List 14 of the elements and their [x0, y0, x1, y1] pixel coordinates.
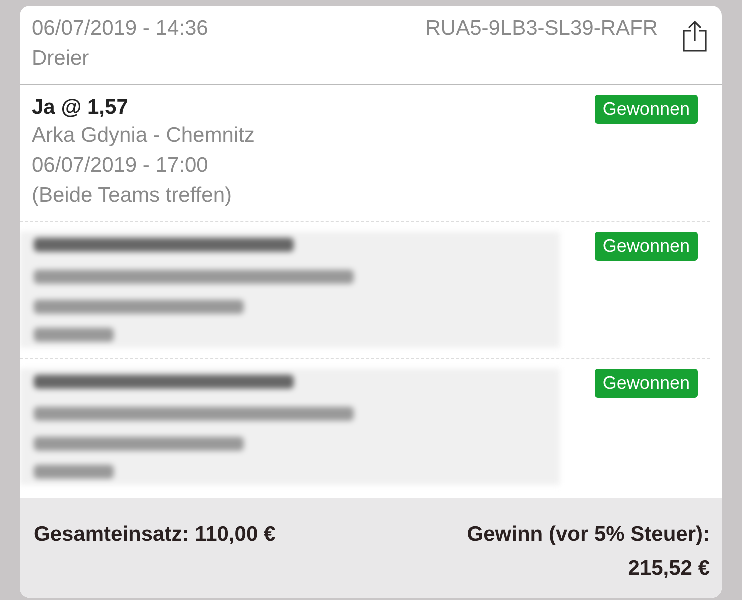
match-name: Arka Gdynia - Chemnitz — [32, 123, 255, 149]
market-name: (Beide Teams treffen) — [32, 183, 233, 209]
total-stake: Gesamteinsatz: 110,00 € — [34, 522, 276, 548]
share-icon[interactable] — [682, 20, 708, 52]
status-badge: Gewonnen — [594, 232, 698, 261]
status-badge: Gewonnen — [594, 95, 698, 124]
bet-code: RUA5-9LB3-SL39-RAFR — [426, 16, 658, 42]
match-time: 06/07/2019 - 17:00 — [32, 153, 210, 179]
bet-type: Dreier — [32, 46, 90, 72]
win-amount: 215,52 € — [628, 556, 710, 582]
status-badge: Gewonnen — [594, 369, 698, 398]
win-label: Gewinn (vor 5% Steuer): — [467, 522, 710, 548]
bet-date: 06/07/2019 - 14:36 — [32, 16, 210, 42]
bet-pick: Ja @ 1,57 — [32, 95, 130, 121]
